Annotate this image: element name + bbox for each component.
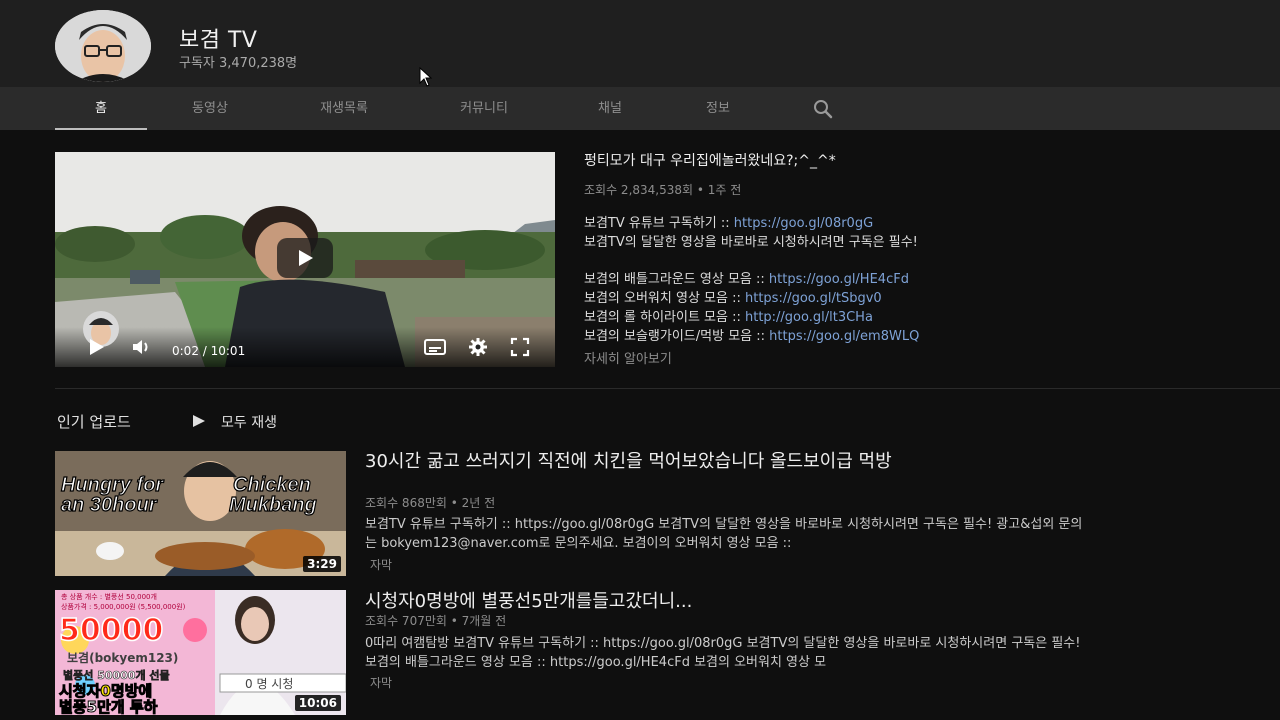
video-description: 보겸TV 유튜브 구독하기 :: https://goo.gl/08r0gG 보…: [365, 517, 1083, 551]
section-divider: [55, 388, 1280, 389]
search-icon[interactable]: [812, 98, 834, 120]
section-title: 인기 업로드: [57, 413, 131, 431]
cc-badge: 자막: [370, 558, 393, 572]
play-pause-icon[interactable]: [88, 337, 106, 357]
read-more-link[interactable]: 자세히 알아보기: [584, 348, 672, 367]
video-meta: 조회수 707만회 • 7개월 전: [365, 614, 507, 628]
tab-playlists[interactable]: 재생목록: [293, 87, 395, 130]
featured-desc-line: 보겸의 롤 하이라이트 모음 :: http://goo.gl/lt3CHa: [584, 306, 873, 325]
featured-desc-line: 보겸TV 유튜브 구독하기 :: https://goo.gl/08r0gG: [584, 212, 873, 231]
player-time: 0:02 / 10:01: [172, 344, 246, 358]
thumb-text: 50000: [59, 613, 163, 648]
thumb-text: 총 상품 개수 : 별풍선 50,000개: [61, 592, 157, 601]
play-all-label: 모두 재생: [221, 415, 277, 431]
video-thumbnail[interactable]: Hungry for Chicken an 30hour Mukbang 3:2…: [55, 451, 346, 576]
video-thumbnail[interactable]: 총 상품 개수 : 별풍선 50,000개 상품가격 : 5,000,000원 …: [55, 590, 346, 715]
desc-link[interactable]: http://goo.gl/lt3CHa: [745, 310, 873, 325]
tab-channels[interactable]: 채널: [575, 87, 645, 130]
tab-about[interactable]: 정보: [683, 87, 753, 130]
desc-text: 보겸의 오버워치 영상 모음 ::: [584, 291, 745, 306]
desc-text: 보겸의 롤 하이라이트 모음 ::: [584, 310, 745, 325]
video-description: 0따리 여캠탐방 보겸TV 유튜브 구독하기 :: https://goo.gl…: [365, 636, 1081, 670]
thumb-text: 별풍선 50000개 선물: [63, 668, 170, 682]
video-meta: 조회수 868만회 • 2년 전: [365, 496, 496, 510]
thumb-text: 0 명 시청: [245, 677, 293, 691]
settings-gear-icon[interactable]: [468, 337, 488, 357]
subtitles-icon[interactable]: [424, 337, 446, 357]
video-title[interactable]: 30시간 굶고 쓰러지기 직전에 치킨을 먹어보았습니다 올드보이급 먹방: [365, 450, 1025, 474]
thumb-text: 별풍5만개 투하: [59, 698, 158, 715]
thumb-text: an 30hour: [61, 494, 158, 516]
desc-link[interactable]: https://goo.gl/tSbgv0: [745, 291, 882, 306]
featured-desc-line: 보겸TV의 달달한 영상을 바로바로 시청하시려면 구독은 필수!: [584, 231, 918, 250]
video-title[interactable]: 시청자0명방에 별풍선5만개를들고갔더니...: [365, 590, 1025, 614]
channel-name: 보겸 TV: [179, 28, 258, 53]
desc-text: 보겸TV 유튜브 구독하기 ::: [584, 216, 734, 231]
volume-icon[interactable]: [131, 337, 151, 357]
channel-avatar[interactable]: [55, 10, 151, 82]
desc-text: 보겸TV의 달달한 영상을 바로바로 시청하시려면 구독은 필수!: [584, 235, 918, 250]
big-play-button[interactable]: [277, 238, 333, 278]
thumb-text: 상품가격 : 5,000,000원 (5,500,000원): [61, 602, 186, 611]
desc-link[interactable]: https://goo.gl/HE4cFd: [769, 272, 909, 287]
channel-header: 보겸 TV 구독자 3,470,238명: [0, 0, 1280, 87]
video-duration: 10:06: [294, 695, 341, 711]
featured-desc-line: 보겸의 보슬랭가이드/먹방 모음 :: https://goo.gl/em8WL…: [584, 325, 919, 344]
tab-videos[interactable]: 동영상: [165, 87, 255, 130]
featured-desc-line: 보겸의 오버워치 영상 모음 :: https://goo.gl/tSbgv0: [584, 287, 882, 306]
play-icon: [299, 250, 313, 266]
featured-video-player[interactable]: 0:02 / 10:01: [55, 152, 555, 367]
featured-video-meta: 조회수 2,834,538회 • 1주 전: [584, 183, 742, 197]
tab-home[interactable]: 홈: [55, 87, 147, 130]
video-duration: 3:29: [303, 556, 341, 572]
desc-text: 보겸의 배틀그라운드 영상 모음 ::: [584, 272, 769, 287]
cc-badge: 자막: [370, 676, 393, 690]
thumb-text: Mukbang: [229, 494, 317, 516]
featured-video-title[interactable]: 펑티모가 대구 우리집에놀러왔네요?;^_^*: [584, 150, 836, 170]
desc-link[interactable]: https://goo.gl/08r0gG: [734, 216, 873, 231]
thumb-text: Chicken: [233, 474, 311, 496]
fullscreen-icon[interactable]: [510, 337, 530, 357]
thumb-text: 보겸(bokyem123): [67, 650, 178, 665]
subscriber-count: 구독자 3,470,238명: [179, 56, 298, 71]
player-controls: 0:02 / 10:01: [55, 311, 555, 367]
desc-text: 보겸의 보슬랭가이드/먹방 모음 ::: [584, 329, 770, 344]
thumb-text: Hungry for: [61, 474, 164, 496]
play-all-icon: [193, 415, 205, 427]
mouse-cursor-icon: [419, 67, 433, 87]
featured-desc-line: 보겸의 배틀그라운드 영상 모음 :: https://goo.gl/HE4cF…: [584, 268, 909, 287]
avatar-face-icon: [55, 10, 151, 82]
tab-community[interactable]: 커뮤니티: [433, 87, 535, 130]
desc-link[interactable]: https://goo.gl/em8WLQ: [769, 329, 919, 344]
channel-tabs: 홈 동영상 재생목록 커뮤니티 채널 정보: [0, 87, 1280, 130]
